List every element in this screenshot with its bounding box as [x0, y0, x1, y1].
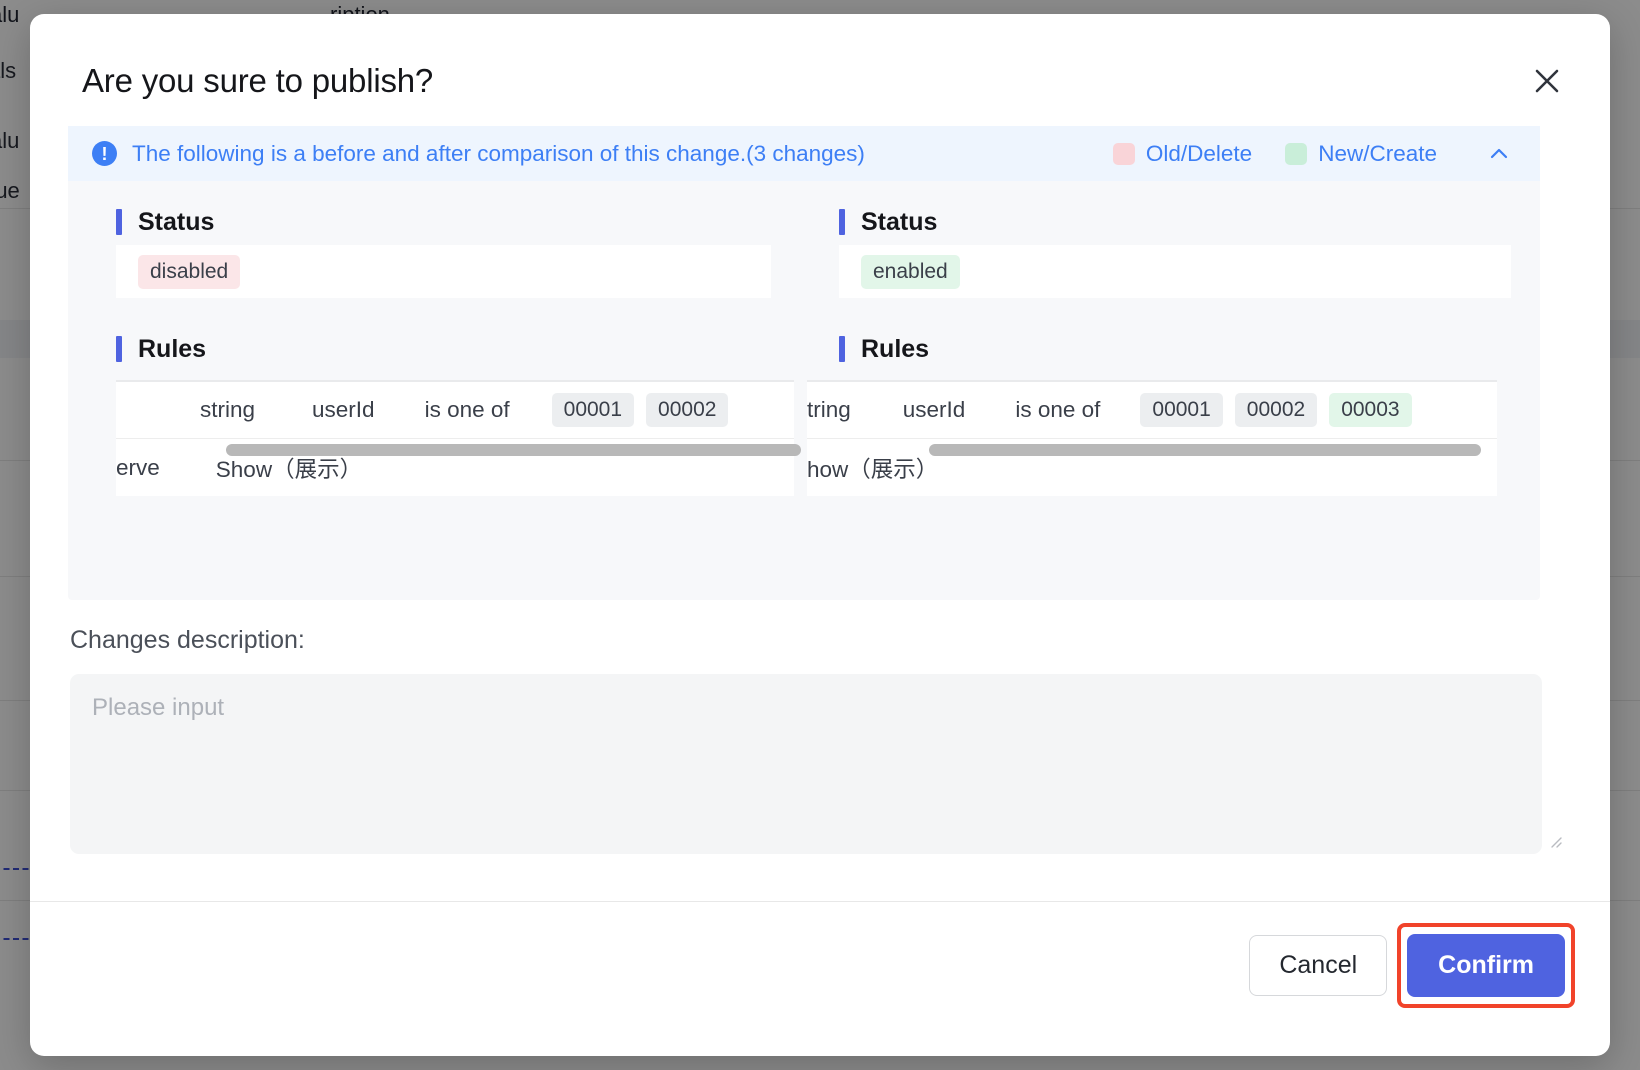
legend-label-old: Old/Delete: [1145, 140, 1253, 166]
rule-cell-field: userId: [902, 397, 966, 422]
diff-panes: Status disabled Rules string userId is o…: [68, 181, 1540, 600]
legend-item-old-delete: Old/Delete: [1112, 140, 1253, 167]
rule-cell-field: userId: [312, 397, 375, 422]
footer-divider: [30, 901, 1610, 902]
rule-value-chip: 00001: [551, 393, 635, 427]
section-title-status-right: Status: [807, 199, 1540, 245]
table-row: tring userId is one of 00001 00002 00003: [807, 382, 1497, 439]
section-accent-bar: [839, 336, 845, 362]
section-accent-bar: [116, 209, 122, 235]
legend-swatch-old: [1112, 142, 1135, 165]
changes-description-input[interactable]: [70, 674, 1542, 854]
rule-cell-type: tring: [807, 397, 851, 422]
section-title-rules-right: Rules: [807, 326, 1540, 372]
info-exclamation-icon: !: [92, 141, 117, 166]
confirm-button-wrapper: Confirm: [1397, 923, 1575, 1008]
rules-table-right: tring userId is one of 00001 00002 00003…: [807, 380, 1497, 496]
rule-cell-type: string: [200, 397, 256, 422]
page-title: Are you sure to publish?: [82, 62, 434, 99]
section-title-text: Rules: [861, 334, 930, 363]
table-row: string userId is one of 00001 00002: [116, 382, 794, 439]
status-chip-old: disabled: [138, 254, 241, 289]
diff-pane-before: Status disabled Rules string userId is o…: [68, 181, 804, 600]
diff-pane-after: Status enabled Rules tring userId is one…: [804, 181, 1540, 600]
diff-legend: Old/Delete New/Create: [1112, 139, 1514, 169]
rule-cell-action: Show（展示）: [215, 456, 363, 482]
cancel-button[interactable]: Cancel: [1249, 935, 1388, 996]
rules-scroll-region-left[interactable]: string userId is one of 00001 00002 erve…: [116, 380, 804, 496]
publish-confirm-dialog: Are you sure to publish? ! The following…: [30, 14, 1610, 1056]
status-value-row-right: enabled: [839, 245, 1511, 298]
rule-cell-action: how（展示）: [807, 456, 939, 482]
rule-value-chip: 00002: [1234, 393, 1318, 427]
rule-cell-operator: is one of: [1015, 397, 1101, 422]
rules-scroll-region-right[interactable]: tring userId is one of 00001 00002 00003…: [807, 380, 1540, 496]
rule-value-chip: 00002: [646, 393, 729, 427]
diff-info-banner: ! The following is a before and after co…: [68, 126, 1540, 181]
changes-description-label: Changes description:: [70, 626, 305, 654]
section-title-rules-left: Rules: [116, 326, 804, 372]
horizontal-scrollbar-left[interactable]: [226, 444, 801, 456]
status-chip-new: enabled: [861, 254, 960, 289]
diff-info-message: The following is a before and after comp…: [132, 140, 865, 166]
dialog-actions: Cancel Confirm: [1249, 923, 1575, 1008]
legend-label-new: New/Create: [1318, 140, 1437, 166]
rule-value-chip: 00001: [1140, 393, 1223, 427]
legend-swatch-new: [1285, 142, 1308, 165]
legend-item-new-create: New/Create: [1285, 141, 1437, 167]
close-icon[interactable]: [1526, 60, 1568, 102]
section-title-text: Status: [138, 207, 215, 236]
chevron-up-icon[interactable]: [1484, 139, 1514, 169]
section-title-status-left: Status: [116, 199, 804, 245]
resize-handle-icon: [1551, 837, 1562, 848]
rule-cell-operator: is one of: [424, 397, 510, 422]
rules-table-left: string userId is one of 00001 00002 erve…: [116, 380, 794, 496]
status-value-row-left: disabled: [116, 245, 771, 298]
section-accent-bar: [116, 336, 122, 362]
section-title-text: Rules: [138, 334, 207, 363]
section-title-text: Status: [861, 207, 938, 236]
section-accent-bar: [839, 209, 845, 235]
rule-value-chip-new: 00003: [1329, 393, 1412, 427]
rule-cell-action-truncated: erve: [116, 454, 160, 480]
horizontal-scrollbar-right[interactable]: [929, 444, 1481, 456]
confirm-button[interactable]: Confirm: [1407, 934, 1565, 997]
diff-comparison-panel: ! The following is a before and after co…: [68, 126, 1540, 600]
